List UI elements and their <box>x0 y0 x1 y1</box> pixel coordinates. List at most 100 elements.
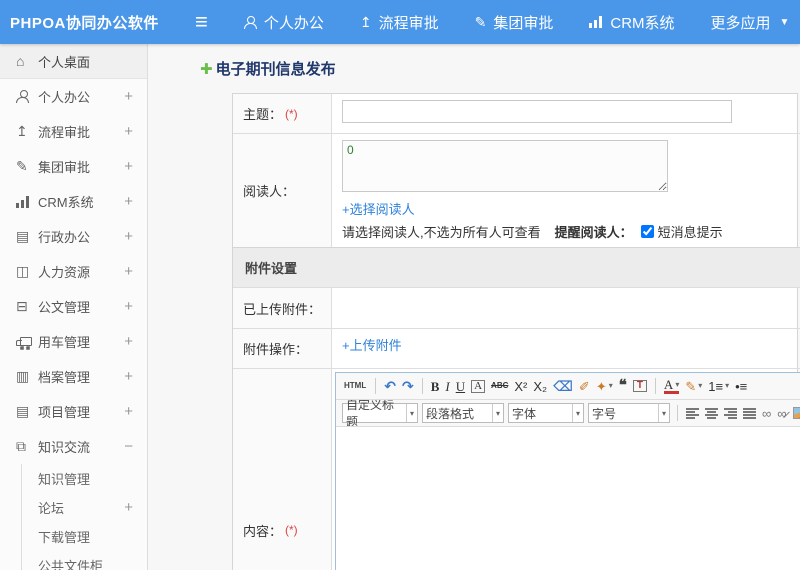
edit-icon: ✎ <box>16 158 28 174</box>
link-button[interactable]: ∞ <box>762 407 771 420</box>
custom-title-select[interactable]: 自定义标题 ▾ <box>342 400 418 426</box>
sidebar-subitem-knowledge-mgmt[interactable]: 知识管理 <box>0 464 147 493</box>
nav-personal-office[interactable]: 个人办公 <box>243 12 324 33</box>
italic-button[interactable]: I <box>445 380 449 393</box>
sidebar-item-personal-office-label: 个人办公 <box>38 90 91 105</box>
upload-attachment-link[interactable]: +上传附件 <box>342 335 402 354</box>
expand-icon[interactable]: + <box>124 368 133 385</box>
remind-readers-label: 提醒阅读人： <box>554 225 633 240</box>
nav-more-apps[interactable]: 更多应用 ▼ <box>711 12 790 33</box>
align-center-button[interactable] <box>705 407 718 419</box>
publish-form: 主题： (*) 阅读人： 0 +选择阅读人 请选择阅读人,不选为所有人可查看 提… <box>232 93 800 570</box>
expand-icon[interactable]: + <box>124 403 133 420</box>
caret-down-icon: ▾ <box>725 381 730 390</box>
align-left-button[interactable] <box>686 407 699 419</box>
expand-icon[interactable]: + <box>124 193 133 210</box>
nav-crm-system[interactable]: CRM系统 <box>589 12 675 33</box>
sidebar-item-workflow-approval[interactable]: ↥ 流程审批 + <box>0 114 147 149</box>
sidebar-item-archive-mgmt-label: 档案管理 <box>38 370 91 385</box>
main-content: ✚ 电子期刊信息发布 主题： (*) 阅读人： 0 +选择阅读人 请选择阅读人,… <box>148 44 800 570</box>
caret-down-icon: ▾ <box>571 404 580 422</box>
unlink-button[interactable]: ∞̷ <box>777 407 786 420</box>
attachment-op-label: 附件操作： <box>233 328 332 368</box>
unordered-list-button[interactable]: •≡ <box>735 380 747 393</box>
sidebar-item-personal-office[interactable]: 个人办公 + <box>0 79 147 114</box>
font-family-select[interactable]: 字体 ▾ <box>508 403 584 423</box>
sidebar-item-knowledge-exchange-label: 知识交流 <box>38 440 91 455</box>
sidebar-item-group-approval[interactable]: ✎ 集团审批 + <box>0 149 147 184</box>
redo-button[interactable]: ↷ <box>402 379 414 393</box>
subscript-button[interactable]: X₂ <box>533 380 547 393</box>
sidebar-item-desktop[interactable]: ⌂ 个人桌面 <box>0 44 147 79</box>
readers-hint: 请选择阅读人,不选为所有人可查看 <box>342 225 541 240</box>
html-source-button[interactable]: HTML <box>343 381 367 391</box>
sidebar-item-hr[interactable]: ◫ 人力资源 + <box>0 254 147 289</box>
sidebar-subitem-forum[interactable]: 论坛 + <box>0 493 147 522</box>
align-justify-button[interactable] <box>743 407 756 419</box>
expand-icon[interactable]: + <box>124 333 133 350</box>
sidebar-item-project-mgmt[interactable]: ▤ 项目管理 + <box>0 394 147 429</box>
sidebar-subitem-public-cabinet-label: 公共文件柜 <box>38 559 104 570</box>
workflow-icon: ↥ <box>16 123 28 139</box>
ordered-list-button[interactable]: 1≡ ▾ <box>708 380 729 393</box>
font-size-select[interactable]: 字号 ▾ <box>588 403 670 423</box>
sms-remind-checkbox[interactable] <box>640 225 654 238</box>
expand-icon[interactable]: + <box>124 298 133 315</box>
sidebar-item-admin-office[interactable]: ▤ 行政办公 + <box>0 219 147 254</box>
sidebar-item-desktop-label: 个人桌面 <box>38 54 91 70</box>
paragraph-format-select[interactable]: 段落格式 ▾ <box>422 403 504 423</box>
expand-icon[interactable]: + <box>124 158 133 175</box>
editor-content-area[interactable] <box>336 427 800 570</box>
expand-icon[interactable]: + <box>124 88 133 105</box>
bold-button[interactable]: B <box>431 380 440 393</box>
expand-icon[interactable]: + <box>124 263 133 280</box>
editor-toolbar-row2: 自定义标题 ▾ 段落格式 ▾ 字体 ▾ 字号 ▾ ∞ ∞̷ <box>336 400 800 427</box>
sidebar-item-vehicle-mgmt-label: 用车管理 <box>38 335 91 350</box>
underline-button[interactable]: U <box>456 380 465 393</box>
strikethrough-button[interactable]: ABC <box>491 382 508 390</box>
undo-button[interactable]: ↶ <box>384 379 396 393</box>
sidebar-item-document-mgmt[interactable]: ⊟ 公文管理 + <box>0 289 147 324</box>
required-mark: (*) <box>285 106 298 121</box>
sidebar-subitem-download-mgmt[interactable]: 下载管理 <box>0 522 147 551</box>
plus-icon: ✚ <box>200 60 213 78</box>
sidebar-item-project-mgmt-label: 项目管理 <box>38 405 91 420</box>
menu-toggle-icon[interactable]: ≡ <box>195 11 208 33</box>
superscript-button[interactable]: X² <box>514 380 527 393</box>
eraser-button[interactable]: ⌫ <box>553 379 573 393</box>
readers-textarea[interactable]: 0 <box>342 140 668 192</box>
custom-title-select-value: 自定义标题 <box>346 400 395 427</box>
sidebar-item-crm-system-label: CRM系统 <box>38 195 94 210</box>
subject-input[interactable] <box>342 100 732 123</box>
toolbar-separator <box>421 378 423 394</box>
font-border-button[interactable]: A <box>471 379 486 393</box>
sidebar-item-archive-mgmt[interactable]: ▥ 档案管理 + <box>0 359 147 394</box>
paste-as-text-button[interactable]: T <box>632 380 647 392</box>
nav-workflow-approval[interactable]: ↥ 流程审批 <box>360 12 439 33</box>
workflow-icon: ↥ <box>359 14 372 30</box>
sidebar-item-knowledge-exchange[interactable]: ⧉ 知识交流 − <box>0 429 147 464</box>
collapse-icon[interactable]: − <box>124 438 133 455</box>
paragraph-format-select-value: 段落格式 <box>426 406 475 421</box>
nav-group-approval[interactable]: ✎ 集团审批 <box>475 12 554 33</box>
align-right-button[interactable] <box>724 407 737 419</box>
expand-icon[interactable]: + <box>124 228 133 245</box>
sidebar-subitem-public-cabinet[interactable]: 公共文件柜 <box>0 551 147 570</box>
expand-icon[interactable]: + <box>124 123 133 140</box>
autotypeset-button[interactable]: ✦ ▾ <box>596 380 613 393</box>
sidebar-item-crm-system[interactable]: CRM系统 + <box>0 184 147 219</box>
expand-icon[interactable]: + <box>124 499 133 516</box>
toolbar-separator <box>654 378 656 394</box>
select-readers-link[interactable]: +选择阅读人 <box>342 199 415 218</box>
sidebar: ⌂ 个人桌面 个人办公 + ↥ 流程审批 + ✎ 集团审批 + CRM系统 + ▤ 行政办公 + ◫ 人力资源 +… <box>0 44 148 570</box>
sidebar-item-vehicle-mgmt[interactable]: 用车管理 + <box>0 324 147 359</box>
highlight-color-button[interactable]: ✎ ▾ <box>685 380 702 393</box>
blockquote-button[interactable]: ❝ <box>619 378 627 394</box>
content-label: 内容： (*) <box>233 368 332 570</box>
person-icon <box>16 90 38 103</box>
format-painter-button[interactable]: ✐ <box>579 380 590 393</box>
app-title: PHPOA协同办公软件 <box>10 14 159 32</box>
sidebar-subitem-download-mgmt-label: 下载管理 <box>38 530 91 545</box>
font-color-button[interactable]: A ▾ <box>663 378 680 394</box>
insert-image-button[interactable] <box>792 407 800 419</box>
